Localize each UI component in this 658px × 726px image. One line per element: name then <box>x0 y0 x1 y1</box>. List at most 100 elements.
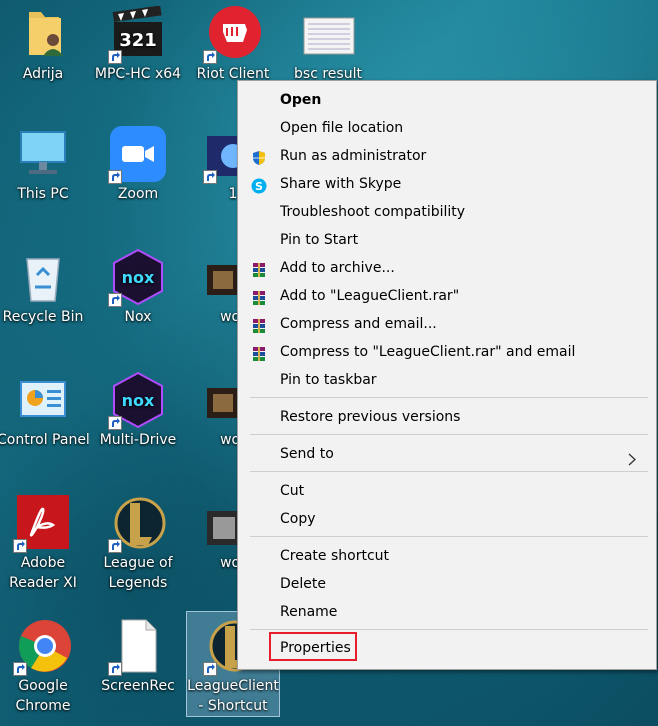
shortcut-arrow-icon <box>203 50 217 64</box>
desktop-icon-riot-client[interactable]: Riot Client <box>187 6 279 84</box>
shortcut-arrow-icon <box>108 539 122 553</box>
winrar-icon <box>251 344 267 361</box>
league-icon <box>108 495 166 553</box>
desktop-icon-screenrec[interactable]: ScreenRec <box>92 618 184 696</box>
shortcut-arrow-icon <box>108 50 122 64</box>
svg-text:S: S <box>255 180 263 193</box>
desktop-icon-label: League of Legends <box>103 555 173 591</box>
recycle-bin-icon <box>15 249 71 305</box>
menu-item-label: Open file location <box>280 120 404 136</box>
menu-item-compress-and-email[interactable]: Compress and email... <box>238 310 656 338</box>
desktop-icon-label: ScreenRec <box>101 678 175 694</box>
menu-item-label: Pin to taskbar <box>280 372 377 388</box>
desktop-icon-label: Nox <box>124 309 152 325</box>
monitor-icon <box>15 126 71 182</box>
shortcut-arrow-icon <box>13 662 27 676</box>
desktop-icon-label: MPC-HC x64 <box>94 66 182 82</box>
menu-item-open-file-location[interactable]: Open file location <box>238 114 656 142</box>
svg-text:nox: nox <box>122 391 155 410</box>
menu-separator <box>250 397 648 398</box>
desktop-icon-zoom[interactable]: Zoom <box>92 126 184 204</box>
menu-item-label: Create shortcut <box>280 548 390 564</box>
desktop-icon-nox[interactable]: nox Nox <box>92 248 184 327</box>
svg-text:nox: nox <box>122 268 155 287</box>
shortcut-arrow-icon <box>108 662 122 676</box>
adobe-reader-icon <box>13 495 71 553</box>
menu-item-label: Delete <box>280 576 326 592</box>
desktop-icon-label: This PC <box>17 186 69 202</box>
skype-icon: S <box>251 176 267 194</box>
highlight-box <box>269 632 357 661</box>
menu-item-label: Troubleshoot compatibility <box>280 204 466 220</box>
winrar-icon <box>251 260 267 277</box>
uac-shield-icon <box>251 148 267 165</box>
menu-item-add-to-archive[interactable]: Add to archive... <box>238 254 656 282</box>
desktop-icon-adrija[interactable]: Adrija <box>0 6 89 84</box>
menu-item-label: Add to archive... <box>280 260 395 276</box>
menu-item-label: Run as administrator <box>280 148 427 164</box>
zoom-camera-icon <box>108 126 166 184</box>
menu-item-send-to[interactable]: Send to <box>238 440 656 468</box>
menu-item-open[interactable]: Open <box>238 86 656 114</box>
menu-item-run-as-administrator[interactable]: Run as administrator <box>238 142 656 170</box>
desktop-icon-recycle-bin[interactable]: Recycle Bin <box>0 249 89 327</box>
winrar-icon <box>251 288 267 305</box>
shortcut-arrow-icon <box>13 539 27 553</box>
menu-separator <box>250 629 648 630</box>
desktop-icon-label: LeagueClient - Shortcut <box>187 678 279 714</box>
winrar-icon <box>251 316 267 333</box>
menu-item-label: Pin to Start <box>280 232 359 248</box>
shortcut-arrow-icon <box>108 293 122 307</box>
shortcut-arrow-icon <box>203 170 217 184</box>
menu-item-add-to-leagueclient-rar[interactable]: Add to "LeagueClient.rar" <box>238 282 656 310</box>
menu-item-label: Compress and email... <box>280 316 437 332</box>
menu-item-troubleshoot-compatibility[interactable]: Troubleshoot compatibility <box>238 198 656 226</box>
shortcut-arrow-icon <box>108 170 122 184</box>
svg-text:321: 321 <box>119 30 157 51</box>
desktop-icon-label: Multi-Drive <box>99 432 177 448</box>
menu-item-delete[interactable]: Delete <box>238 570 656 598</box>
desktop-icon-mpc-hc[interactable]: 321 MPC-HC x64 <box>92 5 184 84</box>
menu-item-compress-to-rar-and-email[interactable]: Compress to "LeagueClient.rar" and email <box>238 338 656 366</box>
menu-item-label: Send to <box>280 446 334 462</box>
desktop-icon-this-pc[interactable]: This PC <box>0 126 89 204</box>
menu-item-pin-to-taskbar[interactable]: Pin to taskbar <box>238 366 656 394</box>
desktop-icon-adobe-reader[interactable]: Adobe Reader XI <box>0 495 89 593</box>
menu-item-label: Rename <box>280 604 338 620</box>
desktop-icon-multi-drive[interactable]: nox Multi-Drive <box>92 371 184 450</box>
document-thumbnail-icon <box>300 6 356 62</box>
desktop-icon-google-chrome[interactable]: Google Chrome <box>0 618 89 716</box>
desktop-icon-control-panel[interactable]: Control Panel <box>0 372 89 450</box>
menu-item-pin-to-start[interactable]: Pin to Start <box>238 226 656 254</box>
shortcut-arrow-icon <box>108 416 122 430</box>
desktop-icon-label: Adobe Reader XI <box>9 555 77 591</box>
menu-separator <box>250 471 648 472</box>
blank-file-icon <box>108 618 166 676</box>
nox-icon: nox <box>108 248 166 307</box>
desktop-icon-bsc-result[interactable]: bsc result <box>282 6 374 84</box>
desktop-icon-label: Zoom <box>117 186 159 202</box>
menu-separator <box>250 536 648 537</box>
shortcut-arrow-icon <box>203 662 217 676</box>
desktop-icon-league-of-legends[interactable]: League of Legends <box>92 495 184 593</box>
menu-separator <box>250 434 648 435</box>
user-folder-icon <box>15 6 71 62</box>
menu-item-create-shortcut[interactable]: Create shortcut <box>238 542 656 570</box>
menu-item-copy[interactable]: Copy <box>238 505 656 533</box>
desktop-icon-label: Recycle Bin <box>2 309 84 325</box>
control-panel-icon <box>15 372 71 428</box>
menu-item-label: Compress to "LeagueClient.rar" and email <box>280 344 576 360</box>
menu-item-share-with-skype[interactable]: S Share with Skype <box>238 170 656 198</box>
riot-fist-icon <box>203 6 261 64</box>
menu-item-label: Add to "LeagueClient.rar" <box>280 288 460 304</box>
menu-item-label: Open <box>280 92 322 108</box>
menu-item-restore-previous-versions[interactable]: Restore previous versions <box>238 403 656 431</box>
chrome-icon <box>13 618 71 676</box>
menu-item-label: Restore previous versions <box>280 409 461 425</box>
desktop-icon-label: Control Panel <box>0 432 89 448</box>
menu-item-cut[interactable]: Cut <box>238 477 656 505</box>
menu-item-label: Cut <box>280 483 305 499</box>
menu-item-rename[interactable]: Rename <box>238 598 656 626</box>
menu-item-label: Copy <box>280 511 316 527</box>
context-menu: Open Open file location Run as administr… <box>237 80 657 670</box>
